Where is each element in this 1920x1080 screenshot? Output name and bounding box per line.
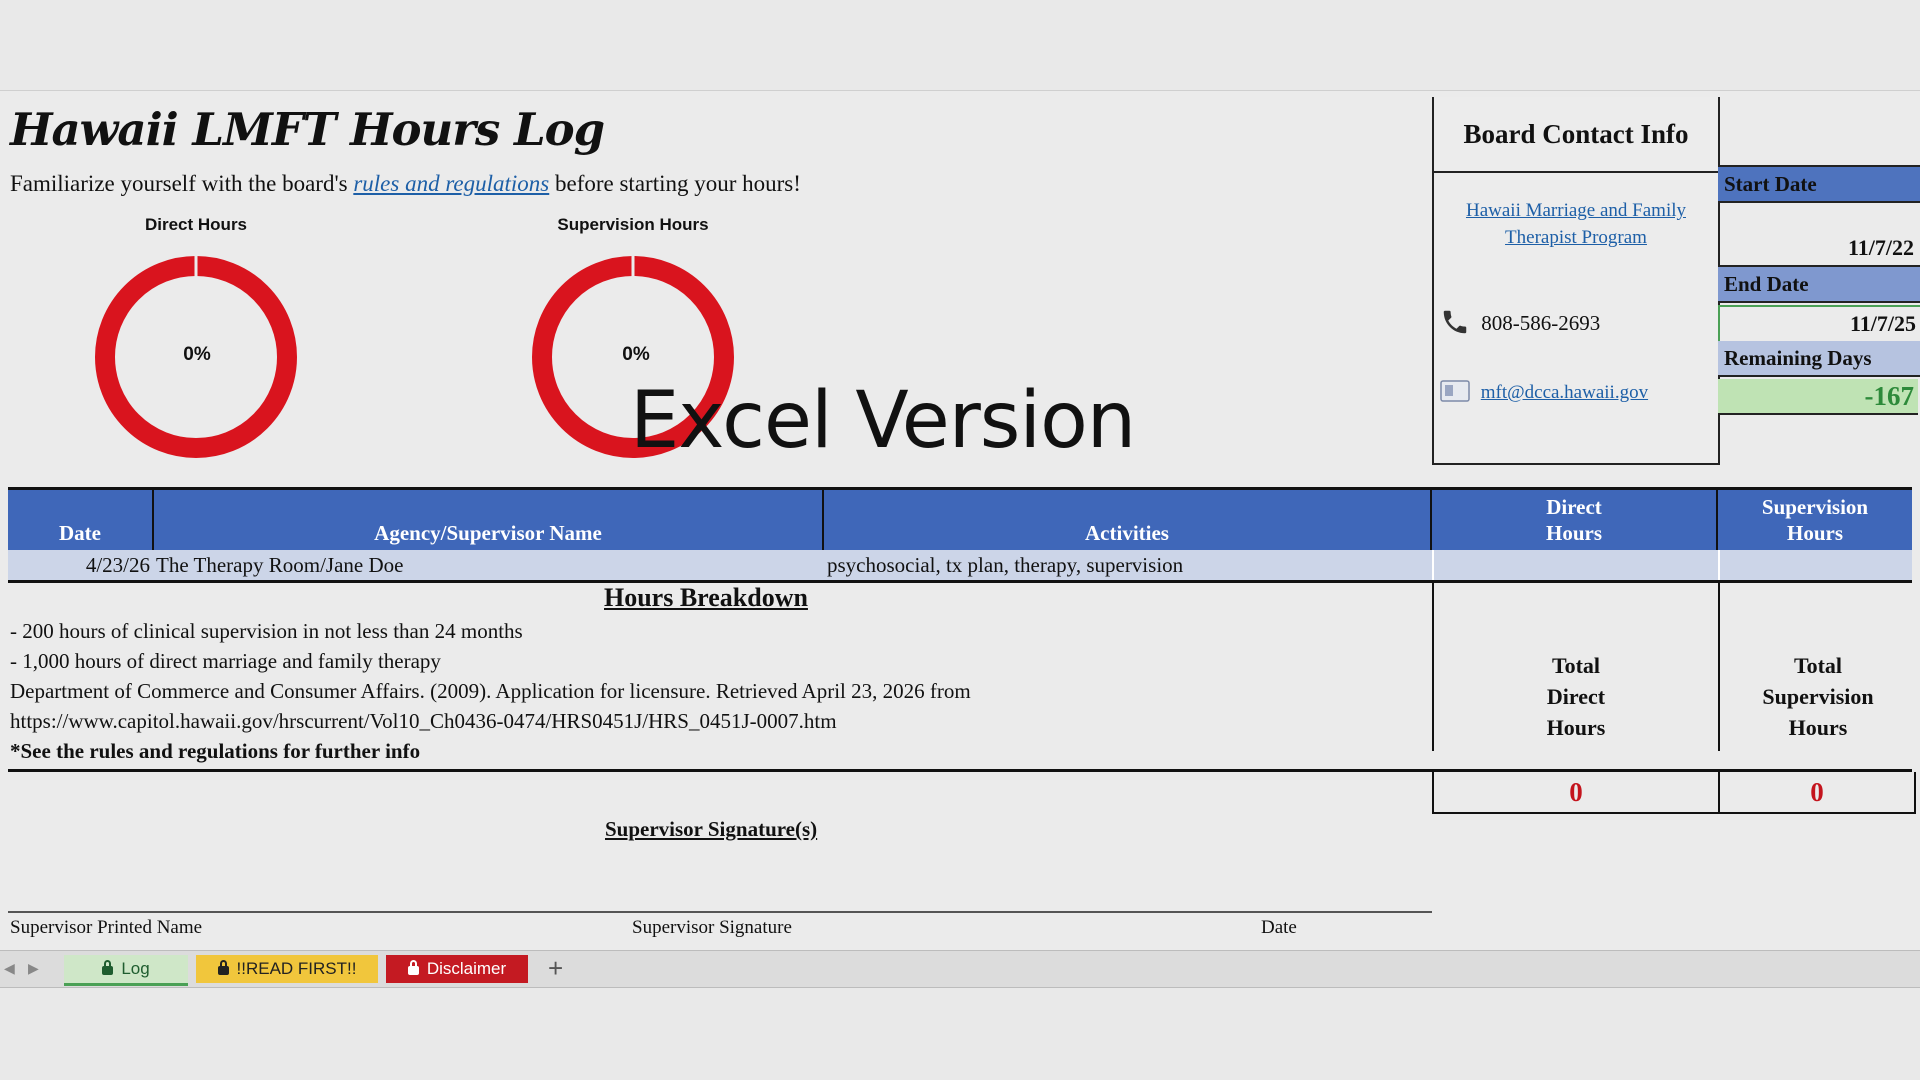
direct-hours-percent: 0% [183, 344, 211, 365]
board-phone: 808-586-2693 [1440, 307, 1600, 337]
board-email[interactable]: mft@dcca.hawaii.gov [1440, 380, 1648, 404]
excel-version-overlay: Excel Version [630, 376, 1136, 466]
lock-icon [102, 960, 114, 975]
board-phone-number: 808-586-2693 [1481, 311, 1601, 335]
header-direct-hours: Direct Hours [1432, 490, 1718, 550]
board-contact-title: Board Contact Info [1434, 97, 1718, 173]
sheet-tab-bar: ◀ ▶ Log !!READ FIRST!! Disclaimer + [0, 950, 1920, 988]
row-direct-hours[interactable] [1432, 550, 1718, 580]
intro-after: before starting your hours! [555, 171, 801, 196]
remaining-days-value[interactable]: -167 [1718, 379, 1918, 415]
tab-log[interactable]: Log [64, 955, 188, 986]
header-activities: Activities [824, 490, 1432, 550]
tab-read-first[interactable]: !!READ FIRST!! [196, 955, 378, 983]
direct-hours-chart-label: Direct Hours [144, 215, 248, 234]
tab-scroll-right-icon[interactable]: ▶ [28, 960, 39, 977]
board-email-address[interactable]: mft@dcca.hawaii.gov [1481, 382, 1648, 403]
header-agency: Agency/Supervisor Name [154, 490, 824, 550]
row-agency[interactable]: The Therapy Room/Jane Doe [156, 550, 403, 580]
signature-date-label: Date [1261, 917, 1297, 938]
total-supervision-hours-label: Total Supervision Hours [1718, 583, 1916, 751]
spreadsheet-grid[interactable]: Hawaii LMFT Hours Log Familiarize yourse… [0, 90, 1920, 951]
total-supervision-hours-value[interactable]: 0 [1718, 772, 1916, 814]
total-direct-hours-value[interactable]: 0 [1432, 772, 1720, 814]
tab-disclaimer[interactable]: Disclaimer [386, 955, 528, 983]
add-sheet-icon[interactable]: + [548, 953, 563, 984]
supervisor-signature-label: Supervisor Signature [632, 917, 792, 938]
header-date: Date [8, 490, 154, 550]
total-direct-hours-label: Total Direct Hours [1432, 583, 1718, 751]
end-date-value[interactable]: 11/7/25 [1718, 305, 1920, 343]
board-contact-box: Board Contact Info Hawaii Marriage and F… [1432, 97, 1720, 465]
rules-regulations-link[interactable]: rules and regulations [353, 171, 549, 196]
supervision-hours-chart-label: Supervision Hours [557, 215, 709, 234]
end-date-label: End Date [1718, 265, 1920, 303]
start-date-label: Start Date [1718, 165, 1920, 203]
supervisor-signatures-title: Supervisor Signature(s) [605, 817, 818, 841]
breakdown-line: *See the rules and regulations for furth… [10, 739, 421, 763]
row-date[interactable]: 4/23/26 [8, 550, 150, 580]
supervisor-printed-name-label: Supervisor Printed Name [10, 917, 203, 938]
signature-line [8, 911, 1432, 913]
tab-scroll-left-icon[interactable]: ◀ [4, 960, 15, 977]
lock-icon [407, 960, 419, 975]
table-row[interactable]: 4/23/26 The Therapy Room/Jane Doe psycho… [8, 550, 1912, 583]
intro-before: Familiarize yourself with the board's [10, 171, 348, 196]
intro-text: Familiarize yourself with the board's ru… [10, 171, 801, 197]
blank-corner-cell[interactable] [1718, 97, 1914, 171]
hours-breakdown: Hours Breakdown - 200 hours of clinical … [8, 583, 1430, 763]
lock-icon [217, 960, 229, 975]
supervision-hours-percent: 0% [622, 344, 650, 365]
breakdown-line: - 200 hours of clinical supervision in n… [10, 619, 523, 643]
row-supervision-hours[interactable] [1718, 550, 1914, 580]
sheet-title: Hawaii LMFT Hours Log [10, 103, 605, 156]
start-date-value[interactable]: 11/7/22 [1718, 231, 1918, 265]
header-supervision-hours: Supervision Hours [1761, 495, 1869, 545]
breakdown-line: Department of Commerce and Consumer Affa… [10, 679, 971, 703]
hours-breakdown-title: Hours Breakdown [604, 583, 808, 612]
breakdown-line: https://www.capitol.hawaii.gov/hrscurren… [10, 709, 837, 733]
phone-icon [1443, 310, 1467, 334]
breakdown-line: - 1,000 hours of direct marriage and fam… [10, 649, 441, 673]
remaining-days-label: Remaining Days [1718, 341, 1920, 377]
board-program-link[interactable]: Hawaii Marriage and Family Therapist Pro… [1444, 197, 1708, 251]
log-table-header: Date Agency/Supervisor Name Activities D… [8, 487, 1912, 552]
row-activities[interactable]: psychosocial, tx plan, therapy, supervis… [827, 550, 1183, 580]
email-icon [1440, 380, 1470, 402]
